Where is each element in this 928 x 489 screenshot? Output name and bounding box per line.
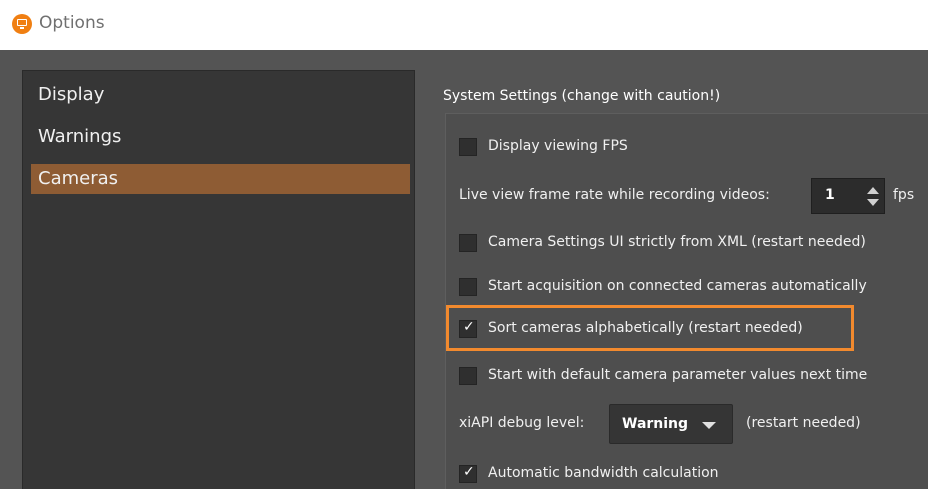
display-fps-label: Display viewing FPS: [488, 138, 628, 154]
sidebar-item-warnings[interactable]: Warnings: [31, 122, 410, 152]
auto-bandwidth-label: Automatic bandwidth calculation: [488, 465, 719, 481]
highlight-outline: [446, 305, 854, 351]
debug-level-note: (restart needed): [746, 415, 861, 431]
auto-bandwidth-checkbox[interactable]: ✓: [459, 464, 477, 483]
display-fps-checkbox[interactable]: [459, 138, 477, 156]
debug-level-label: xiAPI debug level:: [459, 415, 585, 431]
live-view-label: Live view frame rate while recording vid…: [459, 187, 770, 203]
start-acquisition-checkbox[interactable]: [459, 278, 477, 296]
default-params-label: Start with default camera parameter valu…: [488, 367, 868, 383]
chevron-down-icon: [702, 422, 716, 429]
sidebar-item-cameras[interactable]: Cameras: [31, 164, 410, 194]
app-icon: [12, 14, 32, 34]
spin-up-icon[interactable]: [867, 187, 879, 194]
sidebar-item-display[interactable]: Display: [31, 80, 410, 110]
panel-title: System Settings (change with caution!): [443, 88, 721, 104]
monitor-icon: [17, 19, 27, 26]
start-acquisition-label: Start acquisition on connected cameras a…: [488, 278, 867, 294]
frame-rate-value: 1: [825, 187, 835, 203]
fps-unit-label: fps: [893, 187, 915, 203]
camera-ui-xml-label: Camera Settings UI strictly from XML (re…: [488, 234, 866, 250]
spin-down-icon[interactable]: [867, 199, 879, 206]
debug-level-value: Warning: [622, 416, 689, 432]
frame-rate-spinbox[interactable]: 1: [811, 178, 885, 214]
options-sidebar: Display Warnings Cameras: [22, 70, 415, 489]
checkmark-icon: ✓: [463, 464, 475, 480]
debug-level-dropdown[interactable]: Warning: [609, 404, 733, 444]
window-title: Options: [39, 13, 105, 33]
default-params-checkbox[interactable]: [459, 367, 477, 385]
camera-ui-xml-checkbox[interactable]: [459, 234, 477, 252]
title-bar: Options: [0, 0, 928, 50]
